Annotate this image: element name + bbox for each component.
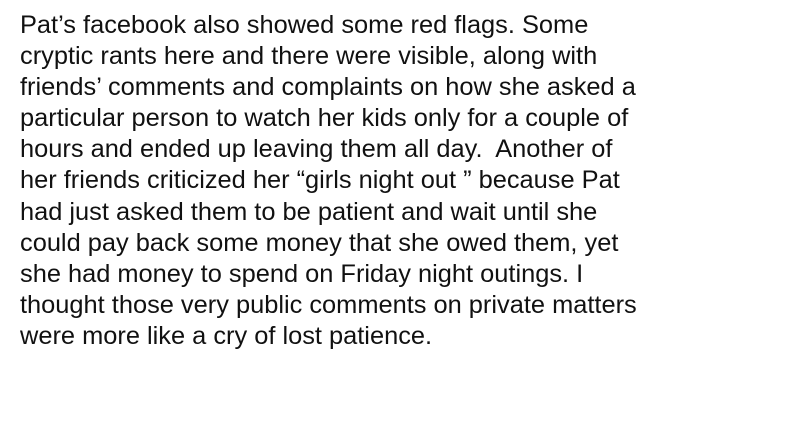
text-line: particular person to watch her kids only… [20, 104, 629, 133]
paragraph-text: Pat’s facebook also showed some red flag… [20, 10, 795, 352]
text-line: she had money to spend on Friday night o… [20, 259, 584, 288]
text-line: cryptic rants here and there were visibl… [20, 42, 598, 71]
text-line: were more like a cry of lost patience. [20, 321, 433, 350]
text-line: hours and ended up leaving them all day.… [20, 135, 613, 164]
text-line: could pay back some money that she owed … [20, 228, 619, 257]
text-line: friends’ comments and complaints on how … [20, 73, 636, 102]
text-line: her friends criticized her “girls night … [20, 166, 620, 195]
text-line: had just asked them to be patient and wa… [20, 197, 598, 226]
text-line: thought those very public comments on pr… [20, 290, 637, 319]
text-line: Pat’s facebook also showed some red flag… [20, 11, 589, 39]
